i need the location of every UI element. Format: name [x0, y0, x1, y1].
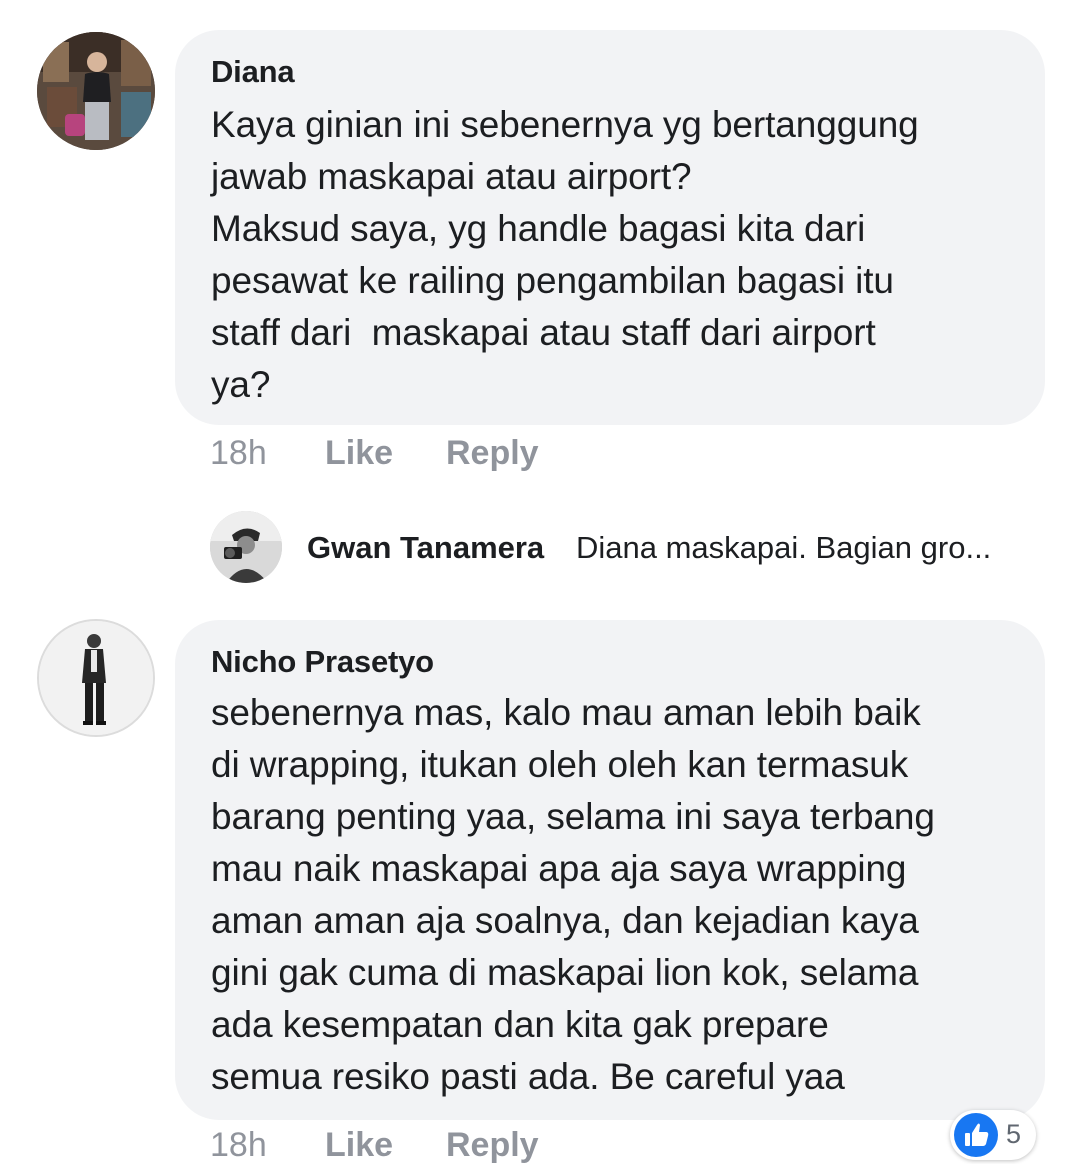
comment-text-line: di wrapping, itukan oleh oleh kan termas… [211, 744, 909, 785]
comment-text-line: staff dari maskapai atau staff dari airp… [211, 312, 876, 353]
comment-author[interactable]: Diana [211, 54, 295, 90]
comment-text-line: ya? [211, 364, 271, 405]
reply-button[interactable]: Reply [446, 436, 539, 470]
reply-preview-text[interactable]: Diana maskapai. Bagian gro... [576, 532, 991, 563]
comment-text-line: mau naik maskapai apa aja saya wrapping [211, 848, 907, 889]
like-thumb-icon [954, 1113, 998, 1157]
like-button[interactable]: Like [325, 1128, 393, 1162]
reaction-summary[interactable]: 5 [950, 1110, 1036, 1160]
comment-text-line: Kaya ginian ini sebenernya yg bertanggun… [211, 104, 919, 145]
avatar-gwan-image [210, 511, 282, 583]
comment-text-line: gini gak cuma di maskapai lion kok, sela… [211, 952, 919, 993]
comment-text-line: barang penting yaa, selama ini saya terb… [211, 796, 935, 837]
avatar-diana-image [37, 32, 155, 150]
comment-text-line: semua resiko pasti ada. Be careful yaa [211, 1056, 845, 1097]
comment-timestamp[interactable]: 18h [210, 436, 267, 470]
reply-button[interactable]: Reply [446, 1128, 539, 1162]
comment-bubble-diana[interactable]: Diana Kaya ginian ini sebenernya yg bert… [175, 30, 1045, 425]
avatar-nicho-image [39, 621, 153, 735]
comment-bubble-nicho[interactable]: Nicho Prasetyo sebenernya mas, kalo mau … [175, 620, 1045, 1120]
comment-timestamp[interactable]: 18h [210, 1128, 267, 1162]
avatar-diana[interactable] [37, 32, 155, 150]
avatar-nicho-prasetyo[interactable] [37, 619, 155, 737]
like-button[interactable]: Like [325, 436, 393, 470]
comment-text-line: ada kesempatan dan kita gak prepare [211, 1004, 829, 1045]
comment-text-line: aman aman aja soalnya, dan kejadian kaya [211, 900, 919, 941]
comment-text-line: sebenernya mas, kalo mau aman lebih baik [211, 692, 921, 733]
comment-author[interactable]: Nicho Prasetyo [211, 644, 434, 680]
comment-text-line: pesawat ke railing pengambilan bagasi it… [211, 260, 894, 301]
reply-author[interactable]: Gwan Tanamera [307, 532, 544, 563]
comment-text-line: Maksud saya, yg handle bagasi kita dari [211, 208, 866, 249]
reaction-count: 5 [1006, 1119, 1022, 1149]
comment-text-line: jawab maskapai atau airport? [211, 156, 692, 197]
avatar-gwan-tanamera[interactable] [210, 511, 282, 583]
